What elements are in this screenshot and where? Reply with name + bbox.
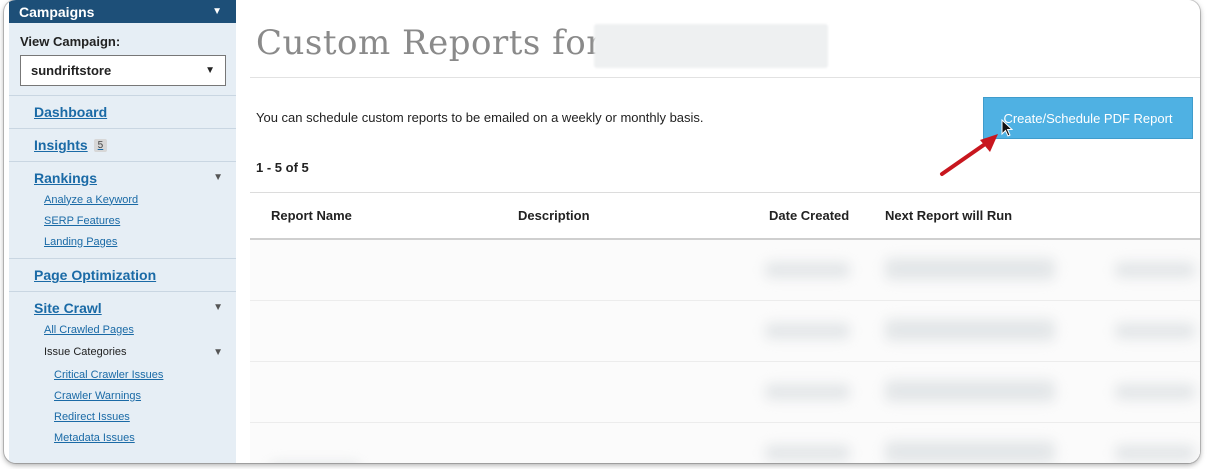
redacted-cell [1115,323,1195,339]
info-text: You can schedule custom reports to be em… [256,110,704,125]
issue-categories-label: Issue Categories [44,346,127,358]
sidebar-nav: Dashboard Insights 5 Rankings ▼ Analyze … [9,95,236,448]
sidebar-link-dashboard[interactable]: Dashboard [34,96,236,128]
redacted-cell [885,380,1055,402]
campaigns-label: Campaigns [19,3,95,20]
sidebar-item-insights: Insights 5 [9,128,236,161]
redacted-cell [1115,384,1195,400]
insights-count-badge: 5 [93,138,108,152]
redacted-cell [765,323,850,339]
table-row[interactable] [250,362,1200,423]
redacted-cell [885,258,1055,280]
redacted-cell [765,262,850,278]
redacted-campaign-name [594,24,828,68]
results-count: 1 - 5 of 5 [256,160,309,175]
app-window: Campaigns ▼ View Campaign: sundriftstore… [4,0,1200,463]
chevron-down-icon: ▼ [212,6,222,17]
table-row[interactable] [250,240,1200,301]
column-next-report[interactable]: Next Report will Run [885,208,1012,223]
column-description[interactable]: Description [518,208,590,223]
chevron-down-icon[interactable]: ▼ [213,302,223,313]
main-content: Custom Reports for You can schedule cust… [236,0,1200,463]
redacted-cell [765,384,850,400]
redacted-cell [885,441,1055,463]
sidebar-item-dashboard: Dashboard [9,95,236,128]
campaigns-dropdown[interactable]: Campaigns ▼ [9,0,236,23]
sidebar-link-serp-features[interactable]: SERP Features [34,210,236,231]
table-header: Report Name Description Date Created Nex… [250,193,1200,239]
sidebar-link-redirect-issues[interactable]: Redirect Issues [34,406,236,427]
sidebar-link-critical-crawler-issues[interactable]: Critical Crawler Issues [34,364,236,385]
sidebar-item-site-crawl: Site Crawl ▼ All Crawled Pages Issue Cat… [9,291,236,448]
mouse-cursor-icon [1001,119,1013,137]
column-date-created[interactable]: Date Created [769,208,849,223]
page-title: Custom Reports for [256,23,603,63]
sidebar-item-page-optimization: Page Optimization [9,258,236,291]
sidebar-item-rankings: Rankings ▼ Analyze a Keyword SERP Featur… [9,161,236,258]
view-campaign-label: View Campaign: [20,34,121,49]
table-row[interactable] [250,423,1200,463]
chevron-down-icon: ▼ [205,65,215,76]
sidebar-link-insights[interactable]: Insights [34,137,88,153]
annotation-arrow-icon [940,134,998,176]
sidebar-link-page-optimization[interactable]: Page Optimization [34,259,236,291]
sidebar-link-crawler-warnings[interactable]: Crawler Warnings [34,385,236,406]
redacted-cell [1115,445,1195,461]
redacted-cell [765,445,850,461]
chevron-down-icon[interactable]: ▼ [213,172,223,183]
sidebar-link-metadata-issues[interactable]: Metadata Issues [34,427,236,448]
report-table-body [250,240,1200,463]
sidebar: Campaigns ▼ View Campaign: sundriftstore… [9,0,236,463]
campaign-select-value: sundriftstore [31,63,112,78]
chevron-down-icon: ▼ [213,347,223,358]
column-report-name[interactable]: Report Name [271,208,352,223]
issue-categories-group[interactable]: Issue Categories ▼ [34,340,236,364]
sidebar-link-all-crawled-pages[interactable]: All Crawled Pages [34,319,236,340]
create-schedule-report-button[interactable]: Create/Schedule PDF Report [983,97,1193,139]
table-row[interactable] [250,301,1200,362]
sidebar-link-landing-pages[interactable]: Landing Pages [34,231,236,252]
redacted-cell [1115,262,1195,278]
divider [250,77,1200,78]
redacted-cell [885,319,1055,341]
campaign-select[interactable]: sundriftstore ▼ [20,55,226,86]
sidebar-link-analyze-keyword[interactable]: Analyze a Keyword [34,189,236,210]
